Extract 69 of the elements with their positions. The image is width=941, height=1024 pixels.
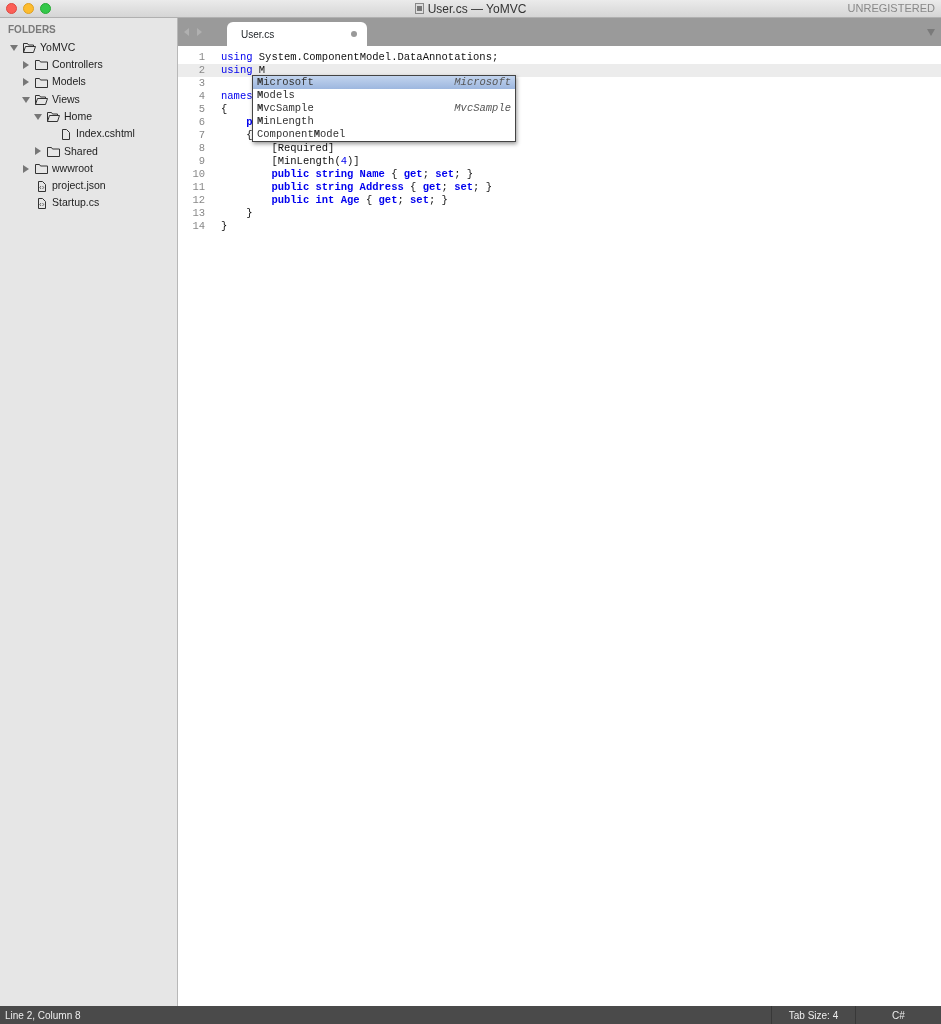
code-line: public string Name { get; set; } — [270, 168, 474, 181]
line-number: 9 — [197, 155, 205, 168]
code-line: } — [221, 220, 228, 233]
line-number: 8 — [197, 142, 205, 155]
code-line: public int Age { get; set; } — [270, 194, 448, 207]
expand-arrow-icon[interactable] — [22, 60, 30, 69]
line-number: 4 — [197, 90, 205, 103]
cursor-position: Line 2, Column 8 — [4, 1008, 81, 1023]
line-number: 1 — [197, 51, 205, 64]
tree-item[interactable]: Models — [0, 73, 177, 91]
code-line: using M — [221, 64, 266, 77]
line-number: 5 — [197, 103, 205, 116]
code-line: p — [245, 116, 253, 129]
open-folder-icon — [35, 94, 48, 106]
autocomplete-item[interactable]: ComponentModel — [253, 128, 515, 141]
line-number: 12 — [191, 194, 205, 207]
line-number: 13 — [191, 207, 205, 220]
tree-item[interactable]: project.json — [0, 177, 177, 195]
open-folder-icon — [47, 111, 60, 123]
code-line: [Required] — [270, 142, 335, 155]
autocomplete-item[interactable]: Models — [253, 89, 515, 102]
license-status: UNREGISTERED — [847, 1, 935, 17]
folder-icon — [47, 145, 60, 157]
autocomplete-item[interactable]: MinLength — [253, 115, 515, 128]
line-number: 11 — [191, 181, 205, 194]
document-icon — [414, 3, 424, 14]
collapse-arrow-icon[interactable] — [10, 43, 18, 52]
line-number: 3 — [197, 77, 205, 90]
tree-item[interactable]: Shared — [0, 142, 177, 161]
code-line: [MinLength(4)] — [270, 155, 360, 168]
line-number: 10 — [191, 168, 205, 181]
sidebar-heading: FOLDERS — [7, 23, 57, 37]
file-icon — [59, 128, 72, 140]
code-file-icon — [35, 197, 48, 209]
code-line: using System.ComponentModel.DataAnnotations; — [221, 51, 499, 64]
expand-arrow-icon[interactable] — [34, 147, 42, 156]
tree-item[interactable]: Index.cshtml — [0, 125, 177, 143]
tree-item[interactable]: Startup.cs — [0, 194, 177, 212]
folder-icon — [35, 163, 48, 175]
folder-icon — [35, 76, 48, 88]
line-number: 14 — [191, 220, 205, 233]
collapse-arrow-icon[interactable] — [34, 112, 42, 121]
expand-arrow-icon[interactable] — [22, 164, 30, 173]
window-title: User.cs — YoMVC — [427, 0, 527, 18]
code-file-icon — [35, 180, 48, 192]
tree-item[interactable]: Views — [0, 90, 177, 109]
code-line: { — [245, 129, 253, 142]
code-line: } — [245, 207, 253, 220]
tree-item[interactable]: YoMVC — [0, 39, 177, 57]
expand-arrow-icon[interactable] — [22, 78, 30, 87]
autocomplete-item[interactable]: MvcSample MvcSample — [253, 102, 515, 115]
autocomplete-item[interactable]: Microsoft Microsoft — [253, 76, 515, 89]
collapse-arrow-icon[interactable] — [22, 95, 30, 104]
code-line: { — [221, 103, 228, 116]
syntax-indicator[interactable]: C# — [855, 1006, 941, 1024]
editor-tab[interactable]: User.cs — [227, 22, 367, 46]
folder-icon — [35, 59, 48, 71]
line-number: 7 — [197, 129, 205, 142]
line-number: 2 — [197, 64, 205, 77]
open-folder-icon — [23, 42, 36, 54]
zoom-button[interactable] — [40, 3, 51, 14]
tree-item[interactable]: Controllers — [0, 56, 177, 74]
close-button[interactable] — [6, 3, 17, 14]
line-number: 6 — [197, 116, 205, 129]
tree-item[interactable]: Home — [0, 108, 177, 126]
tab-size-indicator[interactable]: Tab Size: 4 — [771, 1006, 855, 1024]
code-line: public string Address { get; set; } — [270, 181, 492, 194]
tree-item[interactable]: wwwroot — [0, 160, 177, 178]
code-line: names — [221, 90, 253, 103]
